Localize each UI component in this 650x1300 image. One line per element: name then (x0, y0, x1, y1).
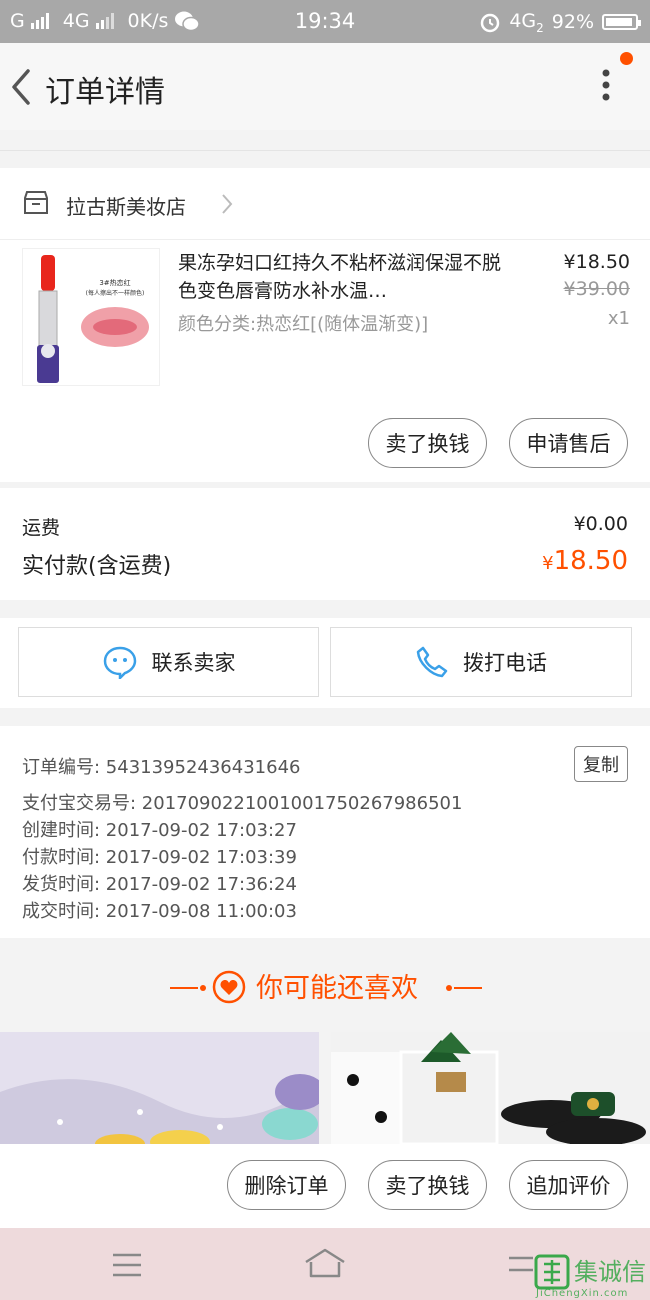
product-title[interactable]: 果冻孕妇口红持久不粘杯滋润保湿不脱色变色唇膏防水补水温… (178, 249, 508, 305)
completed-time: 成交时间: 2017-09-08 11:00:03 (22, 901, 297, 922)
contact-seller-label: 联系卖家 (151, 651, 236, 675)
more-options-icon[interactable] (596, 67, 616, 107)
left-dash-decoration (170, 985, 206, 991)
battery-percent: 92% (551, 11, 594, 34)
sell-for-cash-button-bottom[interactable]: 卖了换钱 (368, 1160, 487, 1210)
page-title: 订单详情 (45, 75, 165, 110)
recommend-title: 你可能还喜欢 (256, 973, 418, 1004)
watermark-logo: 集诚信 JiChengXin.com (534, 1252, 646, 1299)
watermark-site: JiChengXin.com (536, 1288, 629, 1299)
watermark-icon (534, 1254, 570, 1290)
call-phone-label: 拨打电话 (463, 651, 547, 675)
call-phone-button[interactable]: 拨打电话 (330, 627, 632, 697)
apply-after-sale-button[interactable]: 申请售后 (509, 418, 628, 468)
shipped-time: 发货时间: 2017-09-02 17:36:24 (22, 874, 297, 895)
paid-currency: ¥ (542, 553, 554, 574)
divider (0, 150, 650, 151)
back-arrow-icon[interactable] (8, 67, 44, 107)
sell-for-cash-button[interactable]: 卖了换钱 (368, 418, 487, 468)
order-number: 订单编号: 54313952436431646 (22, 757, 301, 778)
phone-icon (416, 646, 448, 678)
battery-icon (602, 14, 641, 31)
copy-button[interactable]: 复制 (574, 746, 628, 782)
paid-value: 18.50 (553, 546, 628, 576)
payment-summary (0, 488, 650, 600)
network-label-2: 4G2 (509, 10, 544, 35)
divider (0, 239, 650, 240)
product-image[interactable]: 3#热恋红 (每人擦出不一样颜色) (22, 248, 160, 386)
contact-seller-button[interactable]: 联系卖家 (18, 627, 319, 697)
shipping-label: 运费 (22, 517, 61, 539)
alipay-trade-number: 支付宝交易号: 2017090221001001750267986501 (22, 793, 463, 814)
product-quantity: x1 (607, 308, 630, 329)
paid-amount-label: 实付款(含运费) (22, 554, 172, 579)
product-sku: 颜色分类:热恋红[(随体温渐变)] (178, 314, 429, 335)
recommend-item-1[interactable] (0, 1032, 319, 1144)
status-bar: G 4G 0K/s 19:34 4G2 92% (0, 0, 650, 43)
right-dash-decoration (446, 985, 482, 991)
delete-order-button[interactable]: 删除订单 (227, 1160, 346, 1210)
home-icon[interactable] (303, 1246, 347, 1280)
product-price: ¥18.50 (563, 251, 630, 273)
recommend-item-2[interactable] (331, 1032, 650, 1144)
store-icon (24, 191, 48, 214)
heart-icon (212, 970, 246, 1004)
paid-time: 付款时间: 2017-09-02 17:03:39 (22, 847, 297, 868)
watermark-brand: 集诚信 (574, 1258, 646, 1286)
nav-header: 订单详情 (0, 43, 650, 130)
created-time: 创建时间: 2017-09-02 17:03:27 (22, 820, 297, 841)
menu-icon[interactable] (111, 1252, 143, 1278)
back-nav-icon[interactable] (505, 1252, 537, 1276)
product-image-label-2: (每人擦出不一样颜色) (86, 289, 145, 297)
product-image-label-1: 3#热恋红 (99, 278, 130, 287)
add-review-button[interactable]: 追加评价 (509, 1160, 628, 1210)
shipping-value: ¥0.00 (573, 513, 628, 535)
chat-bubble-icon (103, 646, 136, 679)
notification-dot (620, 52, 633, 65)
alarm-icon (481, 14, 500, 33)
paid-amount: ¥18.50 (542, 546, 628, 576)
product-original-price: ¥39.00 (563, 278, 630, 300)
chevron-right-icon[interactable] (220, 193, 234, 215)
store-name[interactable]: 拉古斯美妆店 (66, 191, 186, 220)
